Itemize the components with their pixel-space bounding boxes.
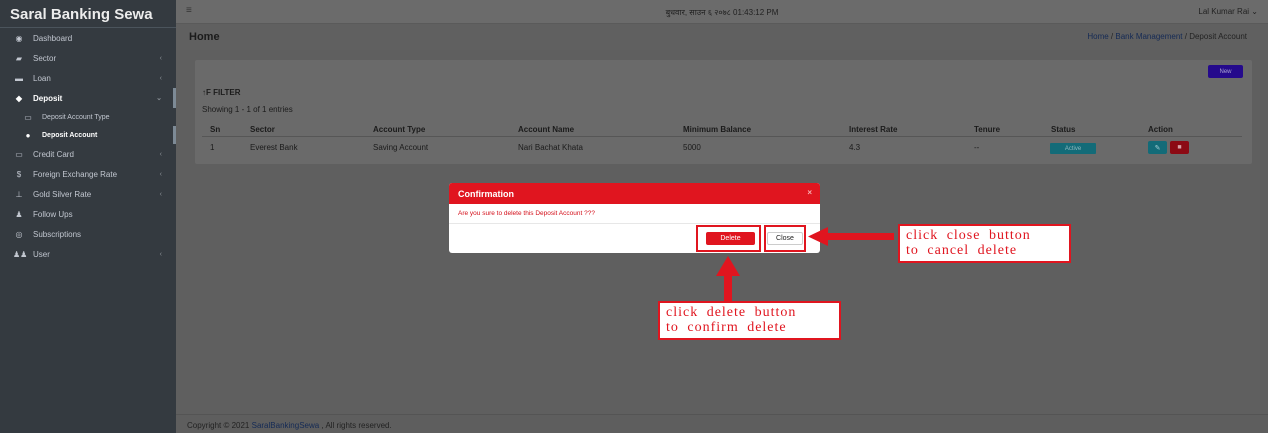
delete-instruction-note: click delete button to confirm delete xyxy=(658,301,841,340)
note-line: to cancel delete xyxy=(906,243,1018,258)
annotation-arrows xyxy=(716,227,894,301)
note-line: click delete button xyxy=(666,305,797,320)
up-arrow-icon xyxy=(716,256,740,301)
note-line: click close button xyxy=(906,228,1031,243)
left-arrow-icon xyxy=(808,227,894,246)
close-instruction-note: click close button to cancel delete xyxy=(898,224,1071,263)
note-line: to confirm delete xyxy=(666,320,787,335)
